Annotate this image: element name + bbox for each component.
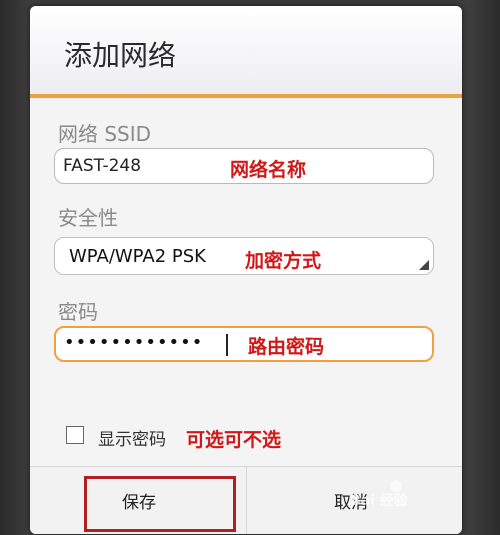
show-password-label[interactable]: 显示密码 — [98, 425, 166, 450]
ssid-label: 网络 SSID — [58, 122, 152, 146]
watermark: Bai 经验 — [350, 493, 408, 509]
header-divider — [30, 94, 462, 98]
ssid-value: FAST-248 — [63, 156, 142, 176]
show-password-checkbox[interactable] — [66, 426, 84, 444]
security-dropdown[interactable]: WPA/WPA2 PSK — [54, 237, 434, 275]
annotation-encryption: 加密方式 — [245, 250, 322, 272]
annotation-optional: 可选可不选 — [186, 429, 282, 451]
dialog-header: 添加网络 — [30, 6, 462, 94]
security-value: WPA/WPA2 PSK — [69, 246, 206, 267]
add-network-dialog: 添加网络 网络 SSID FAST-248 网络名称 安全性 WPA/WPA2 … — [30, 6, 462, 534]
security-label: 安全性 — [58, 206, 118, 230]
annotation-router-password: 路由密码 — [248, 336, 325, 358]
password-value: •••••••••••• — [64, 332, 204, 353]
dropdown-corner-icon — [419, 260, 429, 270]
save-button[interactable] — [84, 476, 236, 532]
annotation-network-name: 网络名称 — [230, 159, 307, 181]
password-label: 密码 — [58, 300, 98, 324]
password-input[interactable]: •••••••••••• — [54, 326, 434, 362]
save-button-label: 保存 — [122, 493, 156, 513]
text-cursor — [226, 334, 228, 356]
dialog-title: 添加网络 — [64, 39, 177, 72]
